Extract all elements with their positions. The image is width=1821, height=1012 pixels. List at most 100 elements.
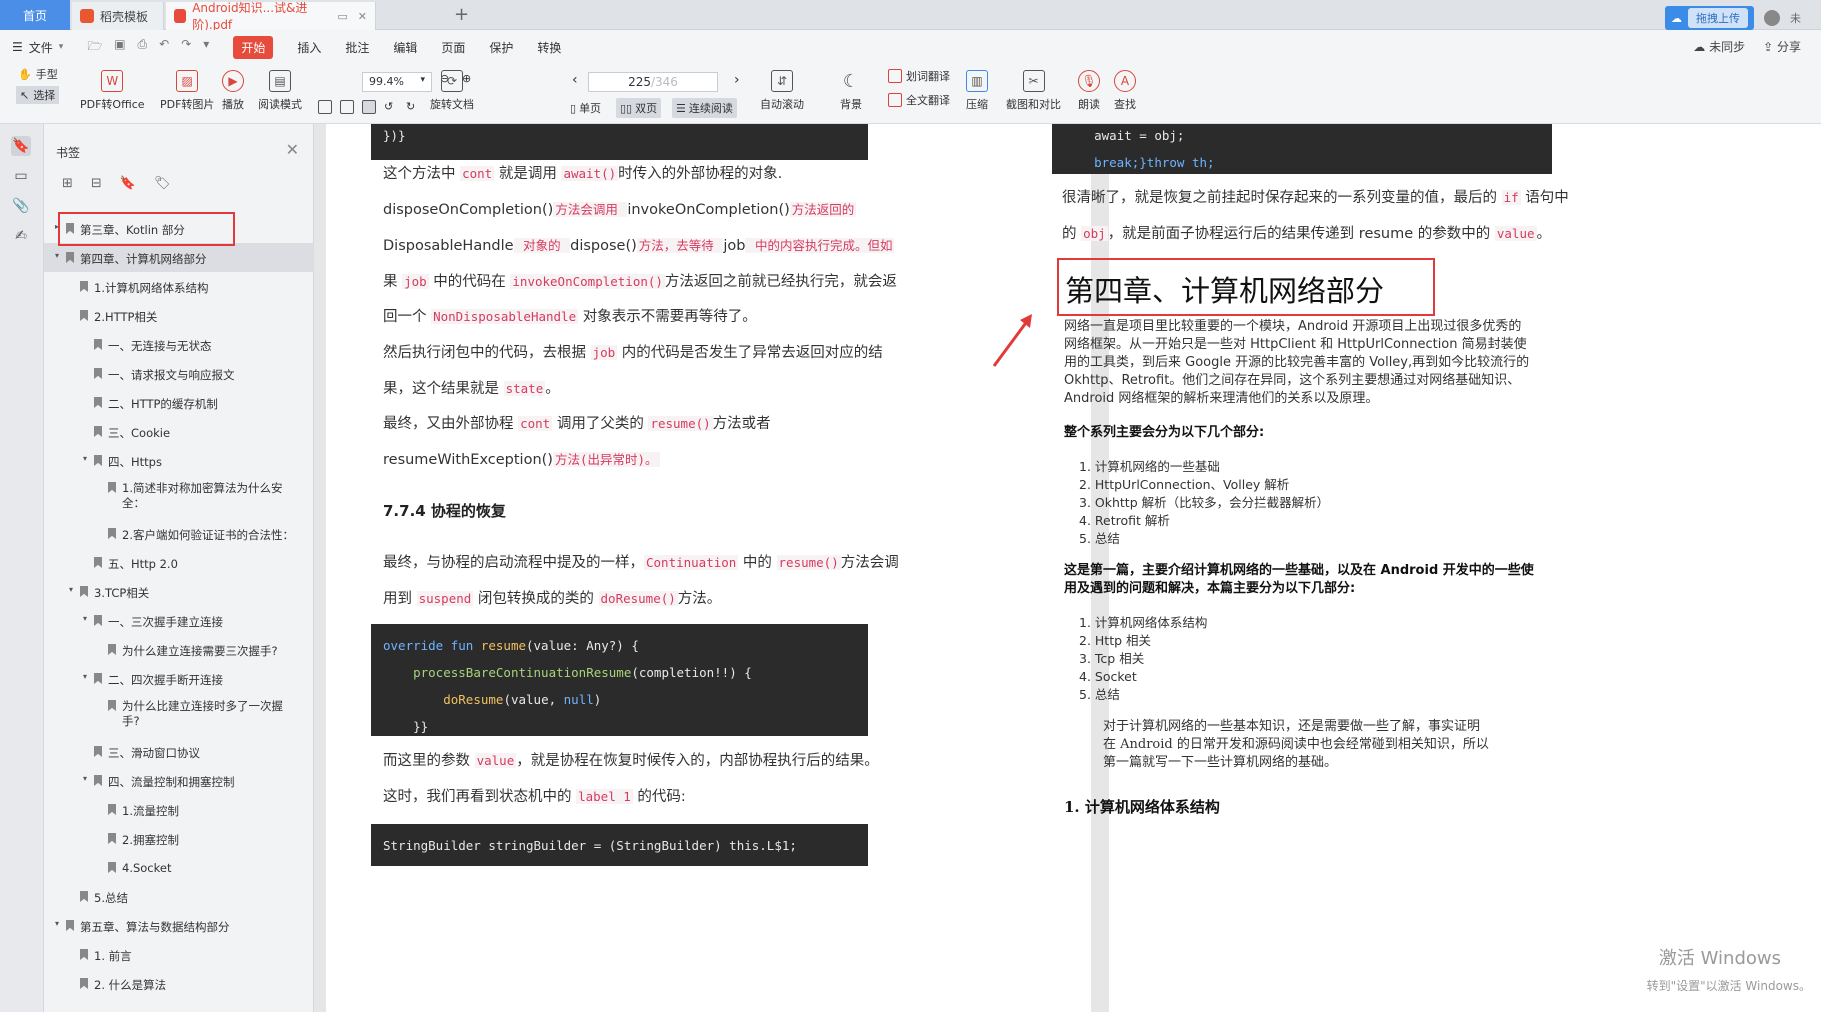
sync-status[interactable]: ☁ 未同步 [1693,38,1745,55]
bookmark-item[interactable]: 2.拥塞控制 [44,824,314,853]
collapse-all-icon[interactable]: ⊟ [91,176,102,191]
expand-toggle-icon[interactable]: ▾ [80,672,90,681]
bookmark-item[interactable]: 2.客户端如何验证证书的合法性： [44,519,314,548]
bookmark-item[interactable]: 一、请求报文与响应报文 [44,359,314,388]
file-menu[interactable]: ☰ 文件 ▾ [12,39,63,56]
menu-insert[interactable]: 插入 [297,39,321,56]
bookmark-panel-icon[interactable]: 🔖 [11,136,31,156]
rotate-right-icon[interactable]: ↻ [406,100,415,113]
cloud-upload-badge[interactable]: ☁ 拖拽上传 [1665,6,1754,30]
bookmark-item[interactable]: 1. 前言 [44,940,314,969]
bookmark-item[interactable]: 1.计算机网络体系结构 [44,272,314,301]
menu-page[interactable]: 页面 [441,39,465,56]
undo-icon[interactable]: ↶ [159,37,169,58]
bookmark-icon [108,700,116,711]
bookmark-item[interactable]: 2.HTTP相关 [44,301,314,330]
text-run: dispose() [570,238,637,254]
continuous-read-button[interactable]: ☰ 连续阅读 [672,98,737,118]
bookmark-item[interactable]: ▾ 3.TCP相关 [44,577,314,606]
menu-edit[interactable]: 编辑 [393,39,417,56]
auto-scroll-button[interactable]: ⇵ 自动滚动 [760,70,804,112]
bookmark-item[interactable]: ▾ 二、四次握手断开连接 [44,664,314,693]
more-icon[interactable]: ▾ [203,37,209,58]
open-icon[interactable]: 🗁 [87,37,102,58]
select-tool[interactable]: ↖ 选择 [16,86,60,104]
expand-toggle-icon[interactable]: ▾ [80,774,90,783]
bookmark-item[interactable]: ▾ 四、Https [44,446,314,475]
background-button[interactable]: ☾ 背景 [840,70,862,112]
expand-all-icon[interactable]: ⊞ [62,176,73,191]
text-run: 果 [383,274,403,290]
bookmark-item[interactable]: ▾ 四、流量控制和拥塞控制 [44,766,314,795]
fit-page-icon[interactable] [318,100,332,114]
double-page-button[interactable]: ▯▯ 双页 [616,98,662,118]
bookmark-item[interactable]: 为什么比建立连接时多了一次握手? [44,693,314,737]
tab-pdf-document[interactable]: Android知识...试&进阶).pdf ▭ ✕ [166,1,376,32]
page-number-input[interactable]: 225/346 [588,72,718,92]
expand-toggle-icon[interactable]: ▾ [80,454,90,463]
thumbnail-icon[interactable]: ▭ [11,166,31,186]
bookmark-item[interactable]: 二、HTTP的缓存机制 [44,388,314,417]
tab-home[interactable]: 首页 [0,0,70,30]
expand-toggle-icon[interactable]: ▾ [52,919,62,928]
rotate-document-button[interactable]: ⟳ 旋转文档 [430,70,474,112]
single-page-button[interactable]: ▯ 单页 [566,98,605,118]
zoom-select[interactable]: 99.4% ▾ [362,72,432,92]
next-page-icon[interactable]: › [734,72,740,88]
compress-button[interactable]: ▥ 压缩 [966,70,988,112]
text-run: 回一个 [383,309,432,325]
find-button[interactable]: A 查找 [1114,70,1136,112]
avatar[interactable] [1764,10,1780,26]
upload-button[interactable]: 拖拽上传 [1688,8,1748,28]
bookmark-options-icon[interactable]: 🏷 [154,176,171,191]
bookmark-item[interactable]: 1.流量控制 [44,795,314,824]
print-icon[interactable]: ⎙ [138,37,148,58]
bookmark-item[interactable]: 三、滑动窗口协议 [44,737,314,766]
bookmark-item[interactable]: ▾ 第四章、计算机网络部分 [44,243,314,272]
screenshot-compare-button[interactable]: ✂ 截图和对比 [1006,70,1061,112]
bookmark-item[interactable]: 为什么建立连接需要三次握手? [44,635,314,664]
expand-toggle-icon[interactable]: ▾ [66,585,76,594]
bookmark-item[interactable]: 2. 什么是算法 [44,969,314,998]
new-tab-button[interactable]: + [454,4,469,25]
hand-tool[interactable]: ✋ 手型 [18,66,58,82]
inline-code: doResume() [598,591,678,606]
bookmark-item[interactable]: 1.简述非对称加密算法为什么安全： [44,475,314,519]
close-icon[interactable]: ✕ [286,140,299,159]
play-button[interactable]: ▶ 播放 [222,70,244,112]
menu-annotate[interactable]: 批注 [345,39,369,56]
actual-size-icon[interactable] [362,100,376,114]
menu-convert[interactable]: 转换 [537,39,561,56]
bookmark-item[interactable]: 五、Http 2.0 [44,548,314,577]
bookmark-item[interactable]: 一、无连接与无状态 [44,330,314,359]
list-item: 5. 总结 [1079,687,1120,702]
bookmark-item[interactable]: 5.总结 [44,882,314,911]
redo-icon[interactable]: ↷ [181,37,191,58]
attachment-icon[interactable]: 📎 [11,196,31,216]
tab-docer-templates[interactable]: 稻壳模板 [72,2,164,30]
word-translate-button[interactable]: 划词翻译 [888,68,950,84]
expand-toggle-icon[interactable]: ▾ [52,251,62,260]
expand-toggle-icon[interactable]: ▾ [80,614,90,623]
add-bookmark-icon[interactable]: 🔖 [120,176,136,191]
fit-width-icon[interactable] [340,100,354,114]
rotate-left-icon[interactable]: ↺ [384,100,393,113]
menu-protect[interactable]: 保护 [489,39,513,56]
tab-restore-icon[interactable]: ▭ [337,10,347,23]
read-aloud-button[interactable]: 🎙 朗读 [1078,70,1100,112]
share-button[interactable]: ⇪ 分享 [1763,38,1801,55]
pdf-to-office-button[interactable]: W PDF转Office [80,70,145,112]
full-translate-button[interactable]: 全文翻译 [888,92,950,108]
pdf-to-image-button[interactable]: ▨ PDF转图片 [160,70,214,112]
prev-page-icon[interactable]: ‹ [572,72,578,88]
bookmark-item[interactable]: ▾ 一、三次握手建立连接 [44,606,314,635]
signature-icon[interactable]: ✍ [11,226,31,246]
menu-start[interactable]: 开始 [233,35,274,59]
inline-code: Continuation [644,555,739,570]
bookmark-item[interactable]: 4.Socket [44,853,314,882]
read-mode-button[interactable]: ▤ 阅读模式 [258,70,302,112]
bookmark-item[interactable]: 三、Cookie [44,417,314,446]
bookmark-item[interactable]: ▾ 第五章、算法与数据结构部分 [44,911,314,940]
save-icon[interactable]: ▣ [114,37,125,58]
close-icon[interactable]: ✕ [358,10,367,23]
